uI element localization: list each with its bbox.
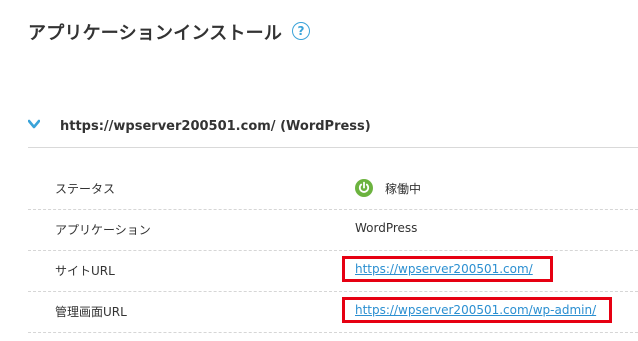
admin-url-link[interactable]: https://wpserver200501.com/wp-admin/ bbox=[355, 303, 596, 317]
detail-row-status: ステータス 稼働中 bbox=[28, 170, 638, 210]
row-label: 管理画面URL bbox=[55, 305, 127, 319]
site-url-link[interactable]: https://wpserver200501.com/ bbox=[355, 262, 533, 276]
chevron-down-icon[interactable] bbox=[28, 119, 40, 129]
status-text: 稼働中 bbox=[385, 181, 422, 196]
detail-row-application: アプリケーション WordPress bbox=[28, 211, 638, 251]
detail-row-admin-url: 管理画面URL https://wpserver200501.com/wp-ad… bbox=[28, 293, 638, 333]
highlight-box: https://wpserver200501.com/ bbox=[342, 256, 553, 282]
detail-table: ステータス 稼働中 アプリケーション WordPress サイトURL http… bbox=[28, 170, 638, 334]
application-value: WordPress bbox=[355, 221, 418, 235]
detail-row-site-url: サイトURL https://wpserver200501.com/ bbox=[28, 252, 638, 292]
app-section-header[interactable]: https://wpserver200501.com/ (WordPress) bbox=[28, 113, 638, 148]
power-icon bbox=[355, 179, 373, 197]
row-label: ステータス bbox=[55, 182, 116, 196]
help-icon[interactable]: ? bbox=[292, 22, 310, 40]
status-cell: 稼働中 bbox=[355, 178, 421, 198]
section-title: https://wpserver200501.com/ (WordPress) bbox=[60, 119, 371, 134]
row-label: サイトURL bbox=[55, 264, 115, 278]
page-title: アプリケーションインストール bbox=[28, 23, 283, 44]
row-label: アプリケーション bbox=[55, 223, 151, 237]
highlight-box: https://wpserver200501.com/wp-admin/ bbox=[342, 297, 612, 323]
